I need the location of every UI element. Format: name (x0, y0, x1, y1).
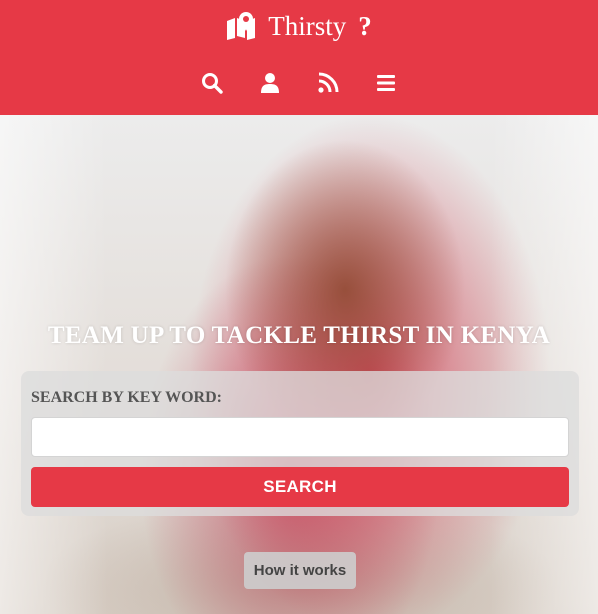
search-panel: SEARCH BY KEY WORD: SEARCH (21, 371, 579, 516)
menu-icon (375, 72, 397, 99)
brand-logo[interactable]: Thirsty ? (0, 8, 598, 44)
rss-icon (317, 72, 339, 99)
brand-question-mark: ? (358, 10, 372, 41)
how-it-works-button[interactable]: How it works (244, 552, 356, 589)
hero-vignette (0, 115, 598, 614)
search-icon (201, 72, 223, 99)
map-marker-icon (226, 12, 258, 40)
nav-icons (0, 68, 598, 102)
user-icon (259, 72, 281, 99)
user-nav-button[interactable] (259, 72, 281, 99)
menu-nav-button[interactable] (375, 74, 397, 96)
search-label: SEARCH BY KEY WORD: (31, 389, 222, 406)
search-button[interactable]: SEARCH (31, 467, 569, 507)
search-nav-button[interactable] (201, 72, 223, 99)
rss-nav-button[interactable] (317, 72, 339, 99)
brand-name: Thirsty (268, 10, 347, 41)
search-input[interactable] (31, 417, 569, 457)
top-navbar: Thirsty ? (0, 0, 598, 115)
hero-tagline: TEAM UP TO TACKLE THIRST IN KENYA (47, 322, 551, 349)
hero-image (0, 115, 598, 614)
